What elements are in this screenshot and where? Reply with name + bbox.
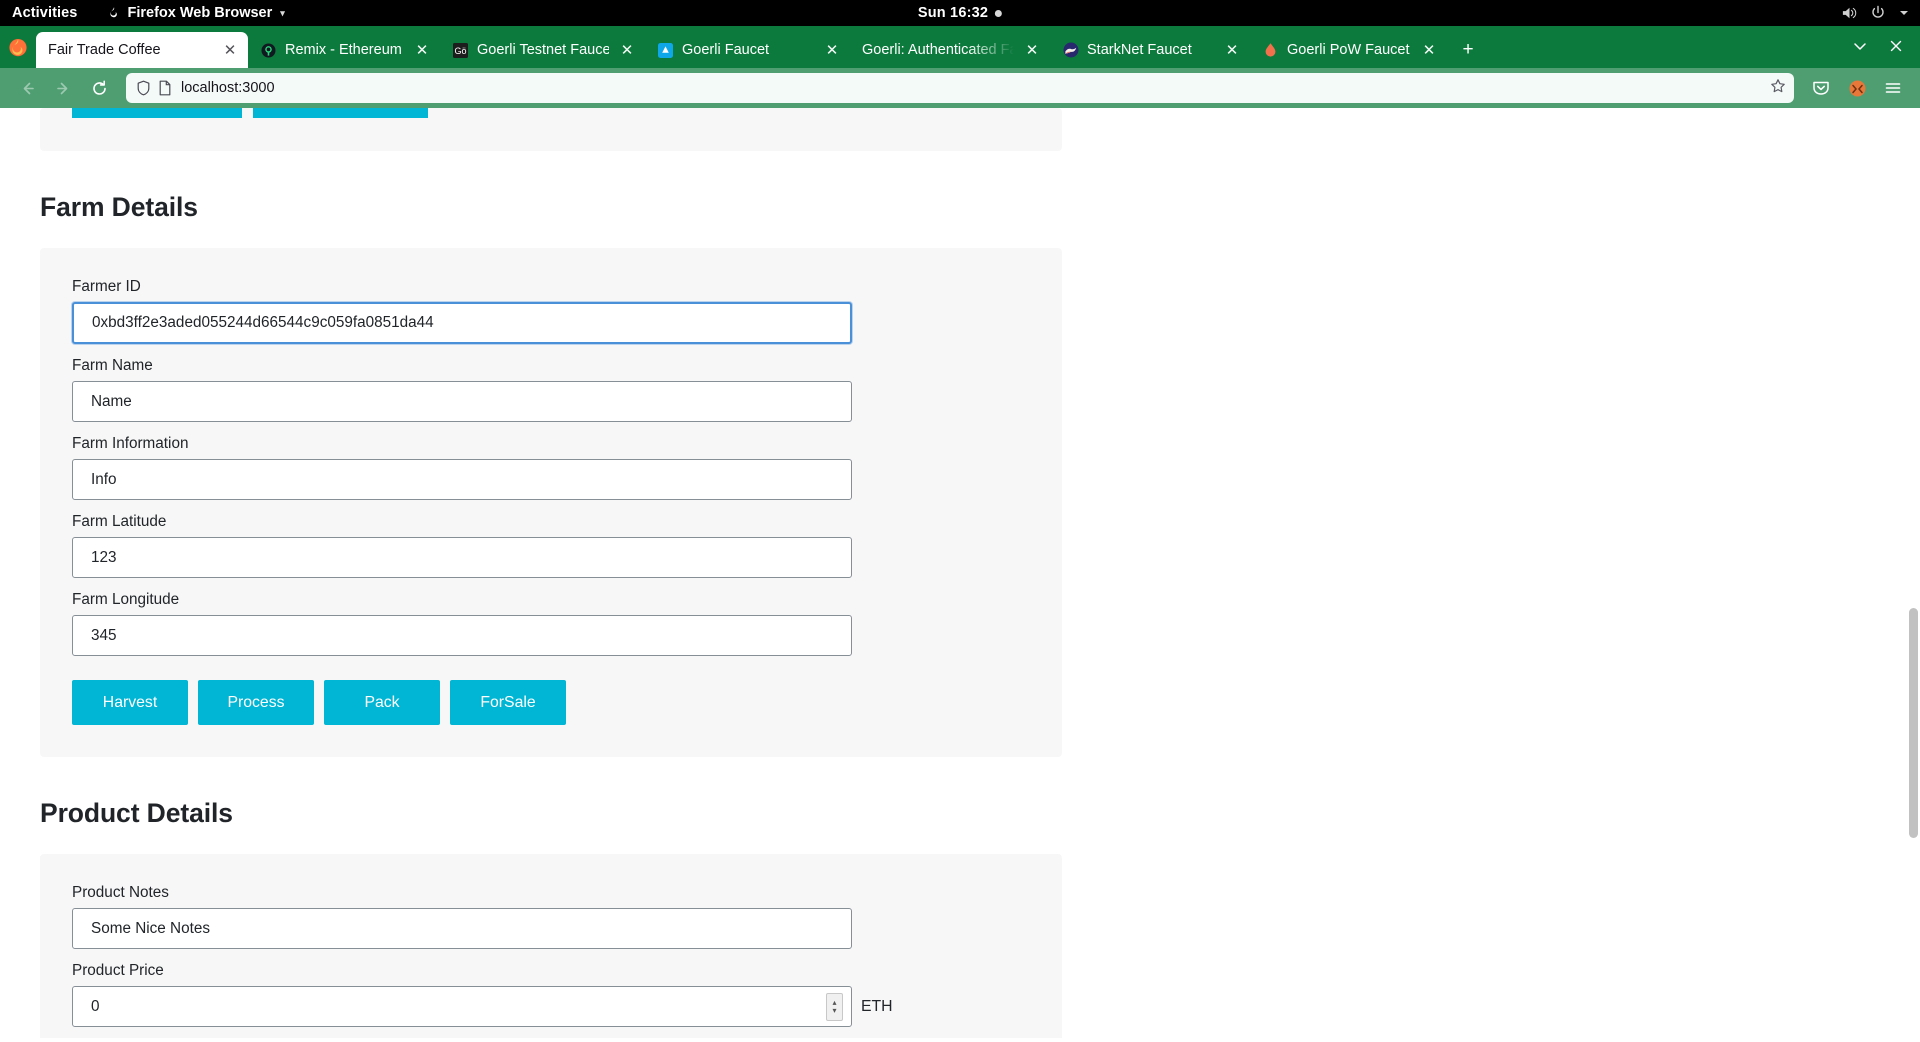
goerli-go-icon: Gö (452, 42, 469, 59)
volume-icon (1841, 5, 1858, 21)
clock-label: Sun 16:32 (917, 5, 989, 21)
firefox-window: Fair Trade Coffee ✕ Remix - Ethereum IDE… (0, 26, 1920, 1042)
extension-icon[interactable] (1840, 72, 1874, 104)
farm-longitude-input[interactable]: 345 (72, 615, 852, 656)
starknet-icon (1062, 42, 1079, 59)
url-bar[interactable]: localhost:3000 (126, 73, 1794, 103)
tab-title: StarkNet Faucet (1087, 42, 1192, 58)
product-details-heading: Product Details (40, 798, 233, 828)
firefox-icon (107, 6, 121, 20)
harvest-button[interactable]: Harvest (72, 680, 188, 725)
partial-button-card-top (40, 108, 1062, 151)
browser-tab-fair-trade-coffee[interactable]: Fair Trade Coffee ✕ (36, 32, 248, 68)
browser-tab-goerli-testnet-faucet[interactable]: Gö Goerli Testnet Faucet ✕ (440, 32, 645, 68)
product-price-label: Product Price (72, 962, 164, 979)
farm-longitude-label: Farm Longitude (72, 591, 180, 608)
firefox-logo-icon (0, 26, 36, 68)
browser-tab-remix-ethereum-ide[interactable]: Remix - Ethereum IDE ✕ (248, 32, 440, 68)
close-window-icon[interactable] (1878, 30, 1914, 62)
remix-icon (260, 42, 277, 59)
farm-details-panel: Farmer ID 0xbd3ff2e3aded055244d66544c9c0… (40, 248, 1062, 757)
pocket-icon[interactable] (1804, 72, 1838, 104)
browser-tab-starknet-faucet[interactable]: StarkNet Faucet ✕ (1050, 32, 1250, 68)
farm-details-heading: Farm Details (40, 192, 198, 222)
close-icon[interactable]: ✕ (617, 40, 637, 60)
number-stepper[interactable]: ▴ ▾ (826, 992, 843, 1021)
svg-text:Gö: Gö (454, 46, 466, 56)
partial-button-2[interactable] (253, 108, 428, 118)
product-details-panel: Product Notes Some Nice Notes Product Pr… (40, 854, 1062, 1038)
page-icon[interactable] (158, 80, 172, 96)
reload-button[interactable] (82, 72, 116, 104)
product-price-row: 0 ▴ ▾ ETH (72, 986, 1030, 1027)
close-icon[interactable]: ✕ (412, 40, 432, 60)
activities-button[interactable]: Activities (12, 5, 77, 21)
farm-name-input[interactable]: Name (72, 381, 852, 422)
close-icon[interactable]: ✕ (1022, 40, 1042, 60)
tab-strip: Fair Trade Coffee ✕ Remix - Ethereum IDE… (36, 26, 1842, 68)
gnome-top-bar: Activities Firefox Web Browser ▾ Sun 16:… (0, 0, 1920, 26)
chevron-down-icon (1898, 7, 1910, 19)
product-notes-label: Product Notes (72, 884, 169, 901)
navigation-toolbar: localhost:3000 (0, 68, 1920, 108)
power-icon (1870, 5, 1886, 21)
partial-button-1[interactable] (72, 108, 242, 118)
hamburger-menu-icon[interactable] (1876, 72, 1910, 104)
shield-icon[interactable] (136, 80, 151, 96)
app-menu-button[interactable]: Firefox Web Browser ▾ (107, 5, 285, 21)
tab-title: Fair Trade Coffee (48, 42, 161, 58)
farm-information-label: Farm Information (72, 435, 189, 452)
page-viewport: Farm Details Farmer ID 0xbd3ff2e3aded055… (0, 108, 1920, 1038)
tab-bar: Fair Trade Coffee ✕ Remix - Ethereum IDE… (0, 26, 1920, 68)
close-icon[interactable]: ✕ (1222, 40, 1242, 60)
price-unit-label: ETH (861, 997, 893, 1015)
app-menu-label: Firefox Web Browser (127, 5, 273, 21)
list-all-tabs-icon[interactable] (1842, 30, 1878, 62)
product-price-input[interactable]: 0 ▴ ▾ (72, 986, 852, 1027)
toolbar-right-controls (1804, 72, 1910, 104)
tab-bar-controls (1842, 30, 1920, 68)
page-scrollbar-thumb[interactable] (1909, 608, 1918, 838)
water-drop-icon (1262, 42, 1279, 59)
clock-button[interactable]: Sun 16:32 (917, 5, 1003, 21)
farm-name-label: Farm Name (72, 357, 153, 374)
notification-dot-icon (995, 9, 1003, 17)
farm-information-input[interactable]: Info (72, 459, 852, 500)
tab-title: Goerli Testnet Faucet (477, 42, 609, 58)
fair-trade-coffee-page: Farm Details Farmer ID 0xbd3ff2e3aded055… (0, 108, 1920, 1038)
forward-button[interactable] (46, 72, 80, 104)
back-button[interactable] (10, 72, 44, 104)
close-icon[interactable]: ✕ (822, 40, 842, 60)
stepper-down-icon[interactable]: ▾ (832, 1006, 836, 1015)
chevron-down-icon: ▾ (280, 7, 285, 18)
farm-latitude-label: Farm Latitude (72, 513, 167, 530)
close-icon[interactable]: ✕ (1419, 40, 1439, 60)
farmer-id-label: Farmer ID (72, 278, 141, 295)
forsale-button[interactable]: ForSale (450, 680, 566, 725)
tab-title: Goerli Faucet (682, 42, 770, 58)
tab-title: Goerli: Authenticated Faucet (862, 42, 1014, 58)
alchemy-icon (657, 42, 674, 59)
new-tab-button[interactable]: + (1453, 34, 1483, 64)
product-price-value: 0 (91, 997, 100, 1015)
browser-tab-goerli-authenticated-faucet[interactable]: Goerli: Authenticated Faucet ✕ (850, 32, 1050, 68)
page-scrollbar-track[interactable] (1906, 108, 1920, 1038)
browser-tab-goerli-pow-faucet[interactable]: Goerli PoW Faucet ✕ (1250, 32, 1447, 68)
close-icon[interactable]: ✕ (220, 40, 240, 60)
browser-tab-goerli-faucet[interactable]: Goerli Faucet ✕ (645, 32, 850, 68)
url-text[interactable]: localhost:3000 (179, 80, 1763, 96)
pack-button[interactable]: Pack (324, 680, 440, 725)
product-notes-input[interactable]: Some Nice Notes (72, 908, 852, 949)
process-button[interactable]: Process (198, 680, 314, 725)
system-status-area[interactable] (1841, 5, 1910, 21)
tab-title: Goerli PoW Faucet (1287, 42, 1410, 58)
bookmark-star-icon[interactable] (1770, 78, 1786, 98)
tab-title: Remix - Ethereum IDE (285, 42, 404, 58)
farmer-id-input[interactable]: 0xbd3ff2e3aded055244d66544c9c059fa0851da… (72, 302, 852, 344)
farm-latitude-input[interactable]: 123 (72, 537, 852, 578)
farm-action-buttons: Harvest Process Pack ForSale (72, 680, 1030, 725)
